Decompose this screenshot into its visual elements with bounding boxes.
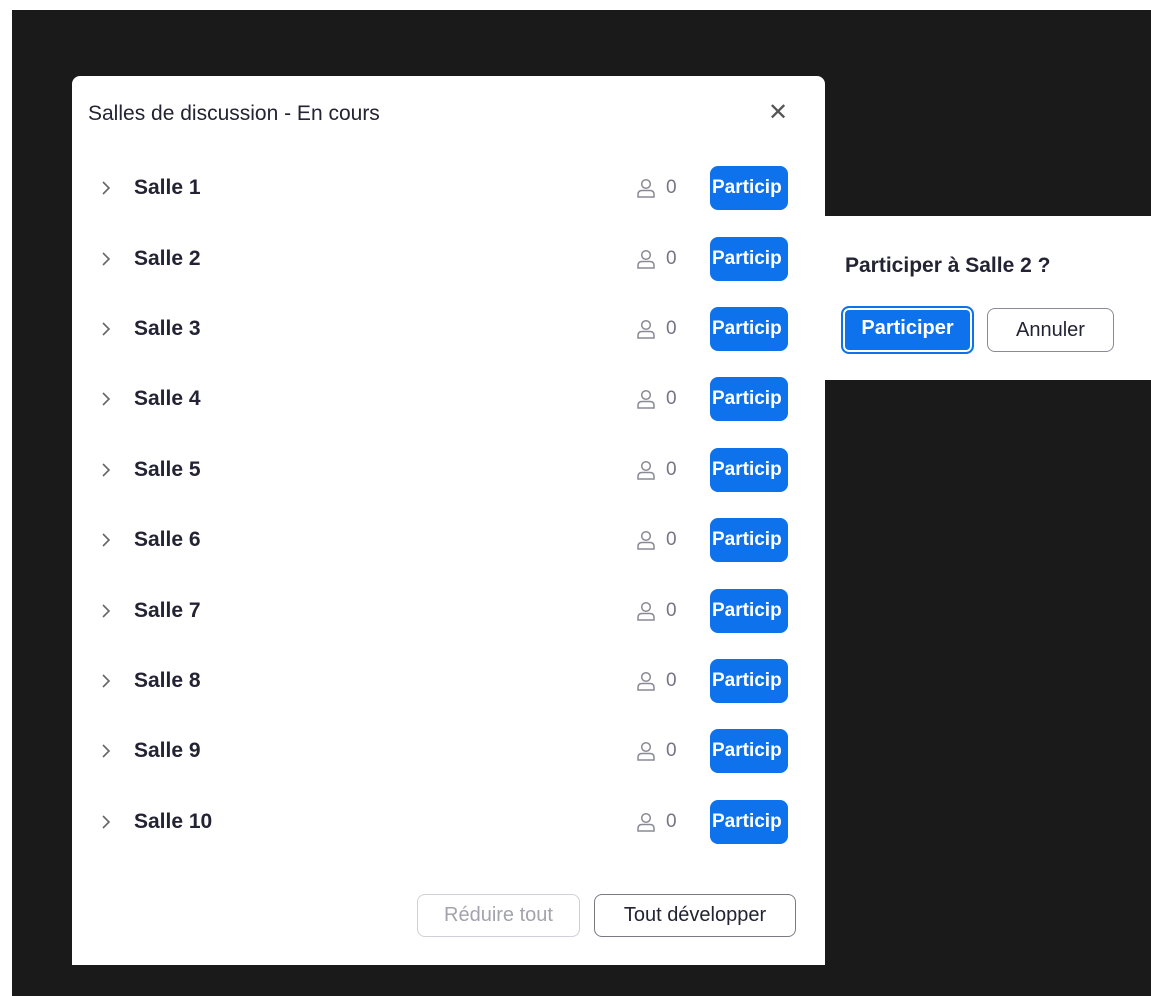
chevron-right-icon[interactable] xyxy=(101,462,111,478)
participant-count: 0 xyxy=(666,247,677,269)
room-row[interactable]: Salle 10 0 Particip xyxy=(72,787,825,857)
room-row[interactable]: Salle 6 0 Particip xyxy=(72,505,825,575)
join-room-button[interactable]: Particip xyxy=(710,306,788,351)
join-confirmation-popover: Participer à Salle 2 ? Participer Annule… xyxy=(796,216,1151,380)
room-name: Salle 8 xyxy=(134,668,201,692)
popover-question: Participer à Salle 2 ? xyxy=(845,254,1051,277)
join-room-button[interactable]: Particip xyxy=(710,588,788,633)
chevron-right-icon[interactable] xyxy=(101,321,111,337)
chevron-right-icon[interactable] xyxy=(101,603,111,619)
join-room-button[interactable]: Particip xyxy=(710,166,788,211)
participant-count: 0 xyxy=(666,317,677,339)
room-row[interactable]: Salle 1 0 Particip xyxy=(72,153,825,223)
room-name: Salle 7 xyxy=(134,598,201,622)
participant-count: 0 xyxy=(666,810,677,832)
join-room-button[interactable]: Particip xyxy=(710,729,788,774)
cancel-button[interactable]: Annuler xyxy=(987,308,1114,352)
room-row[interactable]: Salle 4 0 Particip xyxy=(72,364,825,434)
participant-count: 0 xyxy=(666,458,677,480)
chevron-right-icon[interactable] xyxy=(101,532,111,548)
chevron-right-icon[interactable] xyxy=(101,814,111,830)
user-icon xyxy=(635,177,657,199)
participant-count: 0 xyxy=(666,529,677,551)
participant-count: 0 xyxy=(666,177,677,199)
join-room-button[interactable]: Particip xyxy=(710,518,788,563)
user-icon xyxy=(635,529,657,551)
user-icon xyxy=(635,740,657,762)
join-room-button[interactable]: Particip xyxy=(710,377,788,422)
user-icon xyxy=(635,670,657,692)
join-room-button[interactable]: Particip xyxy=(710,658,788,703)
confirm-join-button[interactable]: Participer xyxy=(841,306,974,354)
join-room-button[interactable]: Particip xyxy=(710,236,788,281)
chevron-right-icon[interactable] xyxy=(101,180,111,196)
chevron-right-icon[interactable] xyxy=(101,391,111,407)
close-icon[interactable]: ✕ xyxy=(765,100,791,126)
join-room-button[interactable]: Particip xyxy=(710,447,788,492)
room-row[interactable]: Salle 5 0 Particip xyxy=(72,435,825,505)
user-icon xyxy=(635,600,657,622)
room-name: Salle 10 xyxy=(134,809,213,833)
user-icon xyxy=(635,388,657,410)
join-room-button[interactable]: Particip xyxy=(710,799,788,844)
chevron-right-icon[interactable] xyxy=(101,673,111,689)
popover-arrow xyxy=(796,240,806,260)
room-name: Salle 6 xyxy=(134,528,201,552)
participant-count: 0 xyxy=(666,599,677,621)
participant-count: 0 xyxy=(666,740,677,762)
room-row[interactable]: Salle 9 0 Particip xyxy=(72,716,825,786)
chevron-right-icon[interactable] xyxy=(101,743,111,759)
room-name: Salle 1 xyxy=(134,176,201,200)
room-name: Salle 2 xyxy=(134,246,201,270)
expand-all-button[interactable]: Tout développer xyxy=(594,894,796,937)
room-name: Salle 9 xyxy=(134,739,201,763)
room-list: Salle 1 0 Particip Salle 2 0 Particip Salle 30… xyxy=(72,153,825,857)
chevron-right-icon[interactable] xyxy=(101,251,111,267)
user-icon xyxy=(635,459,657,481)
dialog-title: Salles de discussion - En cours xyxy=(88,102,380,125)
room-row[interactable]: Salle 7 0 Particip xyxy=(72,575,825,645)
collapse-all-button[interactable]: Réduire tout xyxy=(417,894,580,937)
user-icon xyxy=(635,318,657,340)
participant-count: 0 xyxy=(666,388,677,410)
room-name: Salle 3 xyxy=(134,316,201,340)
breakout-rooms-dialog: Salles de discussion - En cours ✕ Salle … xyxy=(72,76,825,965)
room-row[interactable]: Salle 8 0 Particip xyxy=(72,646,825,716)
room-row[interactable]: Salle 2 0 Particip xyxy=(72,223,825,293)
user-icon xyxy=(635,248,657,270)
room-name: Salle 5 xyxy=(134,457,201,481)
participant-count: 0 xyxy=(666,669,677,691)
user-icon xyxy=(635,811,657,833)
room-row[interactable]: Salle 3 0 Particip xyxy=(72,294,825,364)
room-name: Salle 4 xyxy=(134,387,201,411)
